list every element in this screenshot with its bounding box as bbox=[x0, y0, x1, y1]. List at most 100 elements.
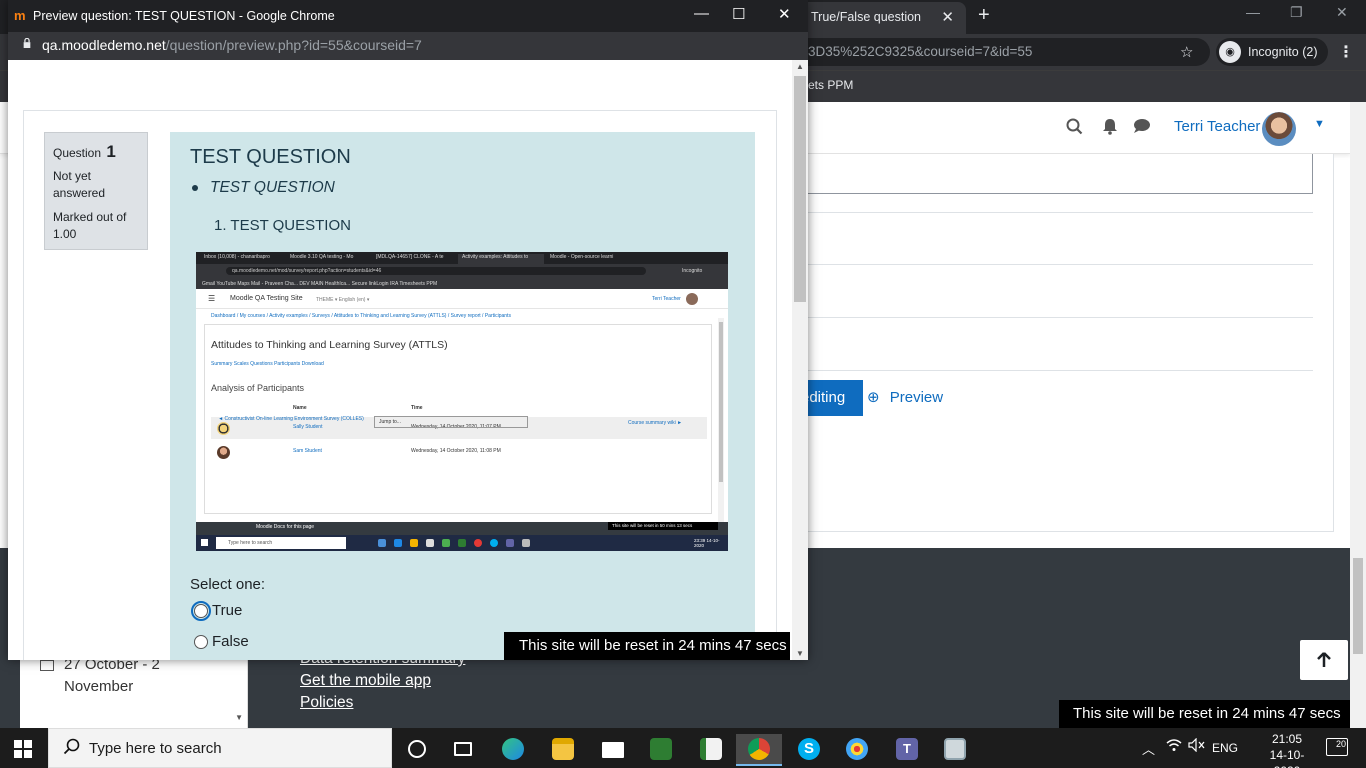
teams-icon[interactable]: T bbox=[884, 734, 930, 766]
question-embedded-image: Inbox (10,008) - chanaribapro Moodle 3.1… bbox=[196, 252, 728, 551]
spreadsheet-icon[interactable] bbox=[688, 734, 734, 766]
skype-icon[interactable]: S bbox=[786, 734, 832, 766]
popup-address-bar[interactable]: qa.moodledemo.net/question/preview.php?i… bbox=[8, 32, 808, 60]
popup-scrollbar[interactable]: ▲ ▼ bbox=[792, 60, 808, 660]
image-taskbar-icon bbox=[490, 539, 498, 547]
remote-desktop-icon[interactable] bbox=[932, 734, 978, 766]
url-path: /question/preview.php?id=55&courseid=7 bbox=[165, 37, 422, 53]
restore-icon[interactable]: ❐ bbox=[1290, 4, 1303, 21]
scrollbar-thumb[interactable] bbox=[1353, 558, 1363, 654]
system-tray: ︿ ENG 21:05 14-10-2020 20 bbox=[1136, 728, 1366, 768]
image-avatar bbox=[686, 293, 698, 305]
notification-center-icon[interactable]: 20 bbox=[1326, 738, 1348, 756]
preview-label: Preview bbox=[889, 389, 944, 406]
zoom-in-icon: ⊕ bbox=[867, 389, 880, 406]
image-tab: Inbox (10,008) - chanaribapro bbox=[204, 254, 270, 260]
chevron-down-icon[interactable]: ▼ bbox=[1314, 118, 1325, 130]
address-bar[interactable]: 3D35%252C9325&courseid=7&id=55 bbox=[790, 38, 1210, 66]
bullet-item-text: TEST QUESTION bbox=[210, 179, 335, 196]
page-scrollbar[interactable] bbox=[1350, 102, 1366, 728]
scroll-up-icon[interactable]: ▲ bbox=[796, 62, 804, 71]
minimize-icon[interactable]: — bbox=[1246, 4, 1260, 20]
image-taskbar-icon bbox=[394, 539, 402, 547]
close-window-icon[interactable]: ✕ bbox=[778, 5, 791, 23]
scrollbar-thumb[interactable] bbox=[794, 76, 806, 302]
popup-window-title: Preview question: TEST QUESTION - Google… bbox=[33, 9, 335, 23]
paint-icon[interactable] bbox=[834, 734, 880, 766]
text-area[interactable] bbox=[801, 154, 1313, 194]
windows-start-icon[interactable] bbox=[14, 740, 32, 758]
incognito-badge[interactable]: ◉ Incognito (2) bbox=[1216, 38, 1328, 66]
image-taskbar: Type here to search 23:39 14-10-2020 bbox=[196, 535, 728, 551]
cortana-icon[interactable] bbox=[394, 734, 440, 766]
question-number: Question 1 bbox=[53, 142, 116, 162]
option-true-label[interactable]: True bbox=[212, 602, 242, 619]
image-address-bar: qa.moodledemo.net/mod/survey/report.php?… bbox=[196, 264, 728, 278]
image-taskbar-icon bbox=[506, 539, 514, 547]
image-tab: Activity examples: Attitudes to bbox=[458, 254, 544, 264]
image-links: Summary Scales Questions Participants Do… bbox=[211, 361, 324, 367]
snipping-tool-icon[interactable] bbox=[638, 734, 684, 766]
tab-true-false-question[interactable]: True/False question ✕ bbox=[800, 2, 966, 34]
file-explorer-icon[interactable] bbox=[540, 734, 586, 766]
bookmark-star-icon[interactable]: ☆ bbox=[1180, 43, 1193, 61]
select-one-prompt: Select one: bbox=[190, 576, 266, 593]
browser-menu-icon[interactable]: ⋮ bbox=[1338, 42, 1354, 62]
image-taskbar-icon bbox=[474, 539, 482, 547]
back-to-top-button[interactable] bbox=[1300, 640, 1348, 680]
image-scrollbar bbox=[718, 318, 724, 522]
maximize-icon[interactable]: ☐ bbox=[732, 5, 745, 23]
language-indicator[interactable]: ENG bbox=[1212, 741, 1238, 755]
edge-icon[interactable] bbox=[490, 734, 536, 766]
preview-link[interactable]: ⊕ Preview bbox=[867, 388, 943, 406]
chevron-up-icon[interactable]: ︿ bbox=[1142, 739, 1155, 758]
user-avatar[interactable] bbox=[1262, 112, 1296, 146]
popup-content: Question 1 Not yet answered Marked out o… bbox=[8, 60, 792, 660]
taskbar-search-box[interactable]: Type here to search bbox=[48, 728, 392, 768]
volume-muted-icon[interactable] bbox=[1188, 737, 1206, 755]
image-jump-select: Jump to... bbox=[374, 416, 528, 428]
option-false-label[interactable]: False bbox=[212, 633, 249, 650]
chat-icon[interactable] bbox=[1133, 118, 1151, 139]
save-editing-button[interactable]: editing bbox=[801, 380, 863, 416]
radio-true[interactable] bbox=[191, 601, 211, 621]
new-tab-button[interactable]: + bbox=[978, 4, 990, 27]
site-reset-notice: This site will be reset in 24 mins 47 se… bbox=[1059, 700, 1350, 728]
scroll-down-icon[interactable]: ▼ bbox=[235, 713, 243, 722]
radio-false[interactable] bbox=[194, 635, 208, 649]
chrome-icon[interactable] bbox=[736, 734, 782, 766]
image-tab: Moodle 3.10 QA testing - Mo bbox=[290, 254, 354, 260]
task-view-icon[interactable] bbox=[440, 734, 486, 766]
image-heading: Attitudes to Thinking and Learning Surve… bbox=[211, 339, 448, 351]
user-menu-name[interactable]: Terri Teacher bbox=[1174, 118, 1260, 135]
question-label: Question bbox=[53, 146, 102, 160]
upcoming-events-block: 27 October - 2 November ▼ bbox=[20, 652, 248, 728]
minimize-icon[interactable]: — bbox=[694, 5, 709, 22]
question-content: TEST QUESTION TEST QUESTION 1. TEST QUES… bbox=[170, 132, 755, 660]
lock-icon bbox=[23, 38, 31, 48]
search-icon bbox=[63, 738, 81, 761]
question-state: Not yet answered bbox=[53, 169, 106, 200]
question-bullet-item: TEST QUESTION bbox=[192, 179, 335, 197]
search-icon[interactable] bbox=[1066, 118, 1083, 140]
scroll-down-icon[interactable]: ▼ bbox=[796, 649, 804, 658]
bell-icon[interactable] bbox=[1102, 118, 1118, 140]
image-taskbar-icon bbox=[410, 539, 418, 547]
divider bbox=[801, 317, 1313, 318]
image-tab: [MDLQA-14657] CLONE - A te bbox=[376, 254, 444, 260]
clock[interactable]: 21:05 14-10-2020 bbox=[1260, 731, 1314, 768]
image-incognito: Incognito bbox=[682, 268, 703, 274]
image-taskbar-icon bbox=[458, 539, 466, 547]
footer-link-mobile-app[interactable]: Get the mobile app bbox=[300, 672, 431, 690]
mail-icon[interactable] bbox=[590, 734, 636, 766]
close-tab-icon[interactable]: ✕ bbox=[941, 8, 954, 26]
close-window-icon[interactable]: ✕ bbox=[1336, 4, 1348, 21]
image-scrollbar-thumb bbox=[719, 322, 723, 482]
avatar bbox=[217, 422, 230, 435]
footer-link-policies[interactable]: Policies bbox=[300, 694, 353, 712]
row-name: Sally Student bbox=[293, 424, 323, 430]
image-taskbar-icon bbox=[522, 539, 530, 547]
bookmark-item[interactable]: ets PPM bbox=[808, 78, 853, 92]
wifi-icon[interactable] bbox=[1166, 738, 1182, 755]
image-prev-link: ◄ Constructivist On-line Learning Enviro… bbox=[218, 416, 364, 422]
